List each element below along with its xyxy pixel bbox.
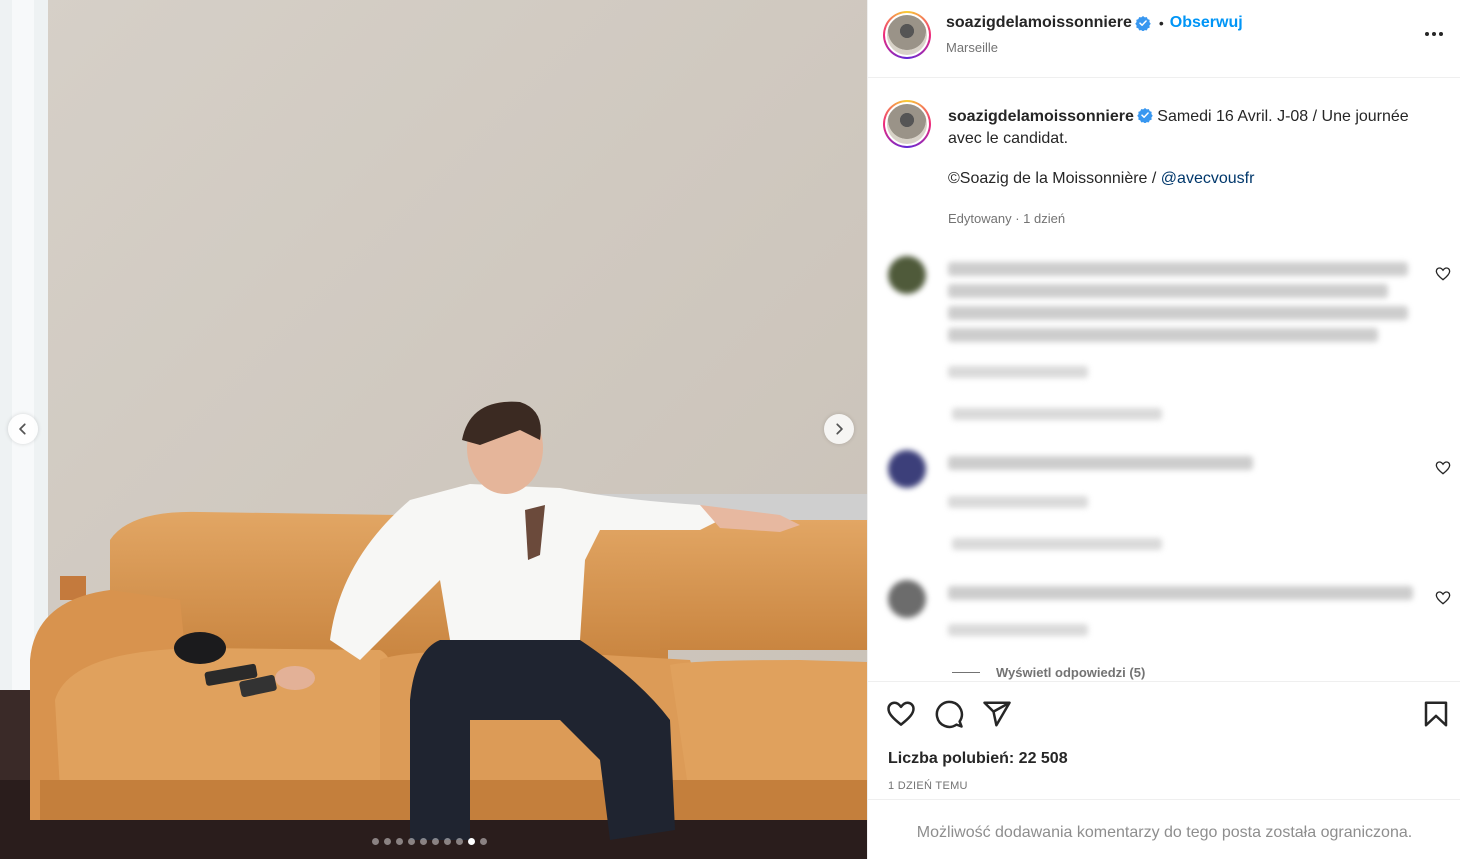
- commenter-avatar[interactable]: [888, 450, 926, 488]
- chevron-right-icon: [836, 423, 843, 435]
- carousel-dot: [456, 838, 463, 845]
- carousel-indicator: [372, 838, 487, 845]
- comment-footer: Możliwość dodawania komentarzy do tego p…: [868, 799, 1460, 859]
- more-options-button[interactable]: [1425, 26, 1447, 42]
- next-slide-button[interactable]: [824, 414, 854, 444]
- more-icon: [1425, 32, 1429, 36]
- blurred-comment-meta: [948, 496, 1088, 508]
- blurred-replies-link: [952, 538, 1162, 550]
- heart-icon[interactable]: [1435, 460, 1451, 476]
- heart-icon[interactable]: [1435, 266, 1451, 282]
- verified-icon: [1137, 108, 1153, 123]
- blurred-comment-meta: [948, 366, 1088, 378]
- view-replies-link[interactable]: Wyświetl odpowiedzi (5): [952, 665, 1145, 680]
- caption-meta: Edytowany · 1 dzień: [948, 211, 1066, 226]
- bookmark-icon[interactable]: [1421, 699, 1451, 729]
- commenter-avatar[interactable]: [888, 580, 926, 618]
- carousel-dot: [372, 838, 379, 845]
- commenter-avatar[interactable]: [888, 256, 926, 294]
- blurred-comment-text: [948, 262, 1408, 276]
- blurred-comment-text: [948, 586, 1413, 600]
- carousel-dot: [432, 838, 439, 845]
- post-caption: soazigdelamoissonniere Samedi 16 Avril. …: [868, 78, 1460, 228]
- view-replies-label: Wyświetl odpowiedzi (5): [996, 665, 1146, 680]
- credit-text: ©Soazig de la Moissonnière /: [948, 170, 1161, 187]
- carousel-dot: [468, 838, 475, 845]
- post-media[interactable]: [0, 0, 867, 859]
- post-header: soazigdelamoissonniere • Obserwuj Marsei…: [868, 0, 1460, 78]
- previous-slide-button[interactable]: [8, 414, 38, 444]
- header-separator: •: [1158, 15, 1164, 31]
- comment-icon[interactable]: [934, 699, 964, 729]
- caption-avatar[interactable]: [883, 100, 931, 148]
- chevron-left-icon: [19, 423, 26, 435]
- blurred-comment-text: [948, 456, 1253, 470]
- mention-link[interactable]: @avecvousfr: [1161, 170, 1255, 187]
- blurred-comment-meta: [948, 624, 1088, 636]
- carousel-dot: [408, 838, 415, 845]
- blurred-comment-text: [948, 328, 1378, 342]
- post-timestamp[interactable]: 1 dzień temu: [888, 780, 968, 792]
- heart-icon[interactable]: [886, 699, 916, 729]
- post-side-panel: soazigdelamoissonniere • Obserwuj Marsei…: [867, 0, 1460, 859]
- carousel-dot: [384, 838, 391, 845]
- post-photo: [0, 0, 867, 859]
- carousel-dot: [444, 838, 451, 845]
- heart-icon[interactable]: [1435, 590, 1451, 606]
- carousel-dot: [396, 838, 403, 845]
- caption-credit: ©Soazig de la Moissonnière / @avecvousfr: [948, 170, 1254, 188]
- likes-count[interactable]: Liczba polubień: 22 508: [888, 750, 1068, 768]
- blurred-replies-link: [952, 408, 1162, 420]
- comments-restricted-notice: Możliwość dodawania komentarzy do tego p…: [916, 824, 1413, 841]
- carousel-dot: [420, 838, 427, 845]
- replies-divider: [952, 672, 980, 673]
- share-icon[interactable]: [982, 699, 1012, 729]
- blurred-comment-text: [948, 306, 1408, 320]
- author-avatar[interactable]: [883, 11, 931, 59]
- verified-icon: [1135, 16, 1151, 31]
- post-actions: Liczba polubień: 22 508 1 dzień temu: [868, 681, 1460, 799]
- caption-text-block: soazigdelamoissonniere Samedi 16 Avril. …: [948, 106, 1428, 150]
- follow-button[interactable]: Obserwuj: [1170, 14, 1243, 32]
- blurred-comment-text: [948, 284, 1388, 298]
- comments-list[interactable]: Wyświetl odpowiedzi (5): [868, 240, 1460, 680]
- post-location[interactable]: Marseille: [946, 40, 998, 55]
- author-username[interactable]: soazigdelamoissonniere: [946, 14, 1132, 32]
- caption-username[interactable]: soazigdelamoissonniere: [948, 108, 1134, 125]
- carousel-dot: [480, 838, 487, 845]
